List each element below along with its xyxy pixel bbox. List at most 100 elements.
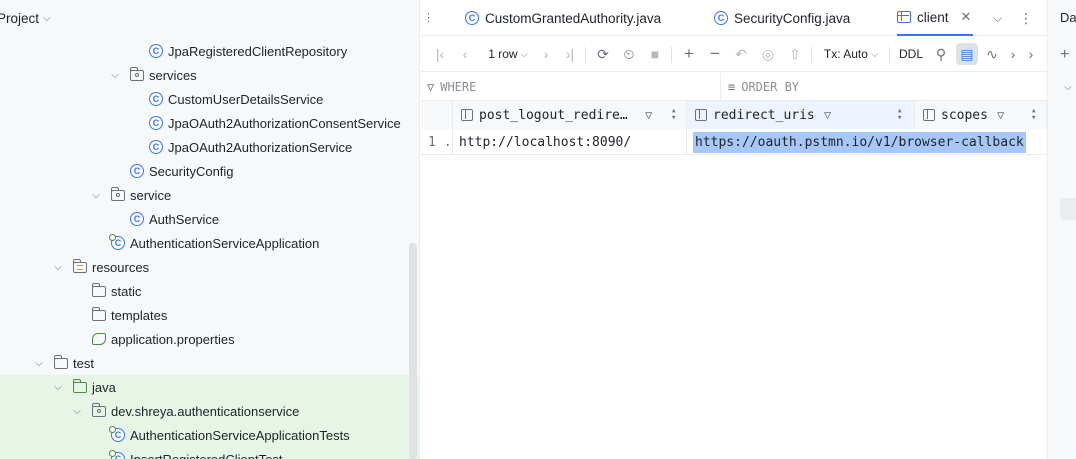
grid-header-row: post_logout_redire… ▽ ▴ ▾ redirect_uris ▽… xyxy=(421,101,1047,129)
delete-row-icon[interactable]: − xyxy=(705,43,725,65)
where-placeholder: WHERE xyxy=(440,80,477,94)
row-number[interactable]: 1. xyxy=(421,129,453,155)
tree-item[interactable]: C SecurityConfig xyxy=(0,159,419,183)
editor-area: ⋮ C CustomGrantedAuthority.java C Securi… xyxy=(421,0,1047,459)
tree-item[interactable]: C CustomUserDetailsService xyxy=(0,87,419,111)
package-folder-icon xyxy=(91,402,107,419)
test-folder-icon xyxy=(72,378,88,395)
column-name: post_logout_redire… xyxy=(479,107,628,123)
where-filter[interactable]: ▽ WHERE xyxy=(427,73,476,101)
row-number-header xyxy=(421,101,453,129)
tree-item[interactable]: C AuthenticationServiceApplication xyxy=(0,231,419,255)
column-header-post-logout[interactable]: post_logout_redire… ▽ ▴ ▾ xyxy=(453,101,687,129)
column-header-redirect-uris[interactable]: redirect_uris ▽ ▴ ▾ xyxy=(687,101,915,129)
chevron-down-icon[interactable]: ⌵ xyxy=(108,70,122,81)
filter-divider xyxy=(720,73,721,101)
tree-item[interactable]: ⌵ test xyxy=(0,351,419,375)
grid-view-icon[interactable]: ▤ xyxy=(956,43,978,65)
prev-page-icon[interactable]: ‹ xyxy=(456,43,474,65)
tree-item[interactable]: application.properties xyxy=(0,327,419,351)
add-icon[interactable]: + xyxy=(1060,46,1069,64)
filter-bar: ▽ WHERE ≡ ORDER BY xyxy=(421,73,1047,101)
chevron-down-icon[interactable]: ⌵ xyxy=(51,262,65,273)
transaction-mode-selector[interactable]: Tx: Auto ⌵ xyxy=(819,43,883,65)
tx-label: Tx: Auto xyxy=(823,47,868,61)
chevron-down-icon[interactable]: ⌵ xyxy=(43,13,51,24)
chevron-right-icon[interactable]: › xyxy=(1006,43,1020,65)
tabs-overflow-icon[interactable]: ⋮ xyxy=(423,11,434,24)
table-row[interactable]: 1. http://localhost:8090/ https://oauth.… xyxy=(421,129,1047,155)
tree-item[interactable]: ⌵ dev.shreya.authenticationservice xyxy=(0,399,419,423)
tree-item[interactable]: ⌵ resources xyxy=(0,255,419,279)
history-icon[interactable]: ⏲ xyxy=(619,43,639,65)
next-page-icon[interactable]: › xyxy=(537,43,555,65)
tree-item-label: JpaOAuth2AuthorizationConsentService xyxy=(168,115,401,131)
ddl-button[interactable]: DDL xyxy=(895,43,927,65)
database-panel-title[interactable]: Da xyxy=(1060,10,1076,25)
project-scrollbar[interactable] xyxy=(409,243,417,459)
submit-icon[interactable]: ⇧ xyxy=(785,43,805,65)
sort-icon[interactable]: ▴ ▾ xyxy=(671,107,676,123)
column-name: scopes xyxy=(941,107,988,123)
class-icon: C xyxy=(714,11,728,25)
first-page-icon[interactable]: |‹ xyxy=(431,43,449,65)
tree-item-label: application.properties xyxy=(111,331,235,347)
sort-icon[interactable]: ▴ ▾ xyxy=(1031,107,1036,123)
tree-item[interactable]: templates xyxy=(0,303,419,327)
filter-icon[interactable]: ▽ xyxy=(645,108,652,122)
column-name: redirect_uris xyxy=(713,107,815,123)
tree-item[interactable]: C JpaOAuth2AuthorizationConsentService xyxy=(0,111,419,135)
chevron-down-icon[interactable]: ⌵ xyxy=(51,382,65,393)
rows-selector[interactable]: 1 row ⌵ xyxy=(483,43,533,65)
tree-item-label: AuthenticationServiceApplication xyxy=(130,235,320,251)
filter-icon[interactable]: ▽ xyxy=(824,108,831,122)
tab-security-config[interactable]: C SecurityConfig.java xyxy=(714,0,850,36)
tree-item[interactable]: static xyxy=(0,279,419,303)
filter-icon: ▽ xyxy=(427,80,435,94)
refresh-icon[interactable]: ⟳ xyxy=(593,43,613,65)
search-icon[interactable]: ⚲ xyxy=(931,43,951,65)
add-row-icon[interactable]: + xyxy=(679,43,699,65)
chevron-down-icon[interactable]: ⌵ xyxy=(89,190,103,201)
filter-icon[interactable]: ▽ xyxy=(997,108,1004,122)
tree-item[interactable]: C AuthService xyxy=(0,207,419,231)
project-header[interactable]: Project ⌵ xyxy=(0,0,419,36)
tree-item-label: service xyxy=(130,187,172,203)
tree-item[interactable]: C InsertRegisteredClientTest xyxy=(0,447,419,459)
tree-item[interactable]: C JpaRegisteredClientRepository xyxy=(0,39,419,63)
project-title[interactable]: Project xyxy=(0,11,39,26)
cell-redirect-uris[interactable]: https://oauth.pstmn.io/v1/browser-callba… xyxy=(687,129,1032,155)
stop-icon[interactable]: ■ xyxy=(645,43,665,65)
tree-item-label: JpaRegisteredClientRepository xyxy=(168,43,348,59)
class-icon: C xyxy=(465,11,479,25)
tree-item-label: java xyxy=(92,379,116,395)
chevron-down-icon[interactable]: ⌵ xyxy=(32,358,46,369)
close-icon[interactable]: ✕ xyxy=(961,9,972,25)
sort-icon[interactable]: ▴ ▾ xyxy=(897,107,902,123)
tree-item[interactable]: ⌵ services xyxy=(0,63,419,87)
tree-item[interactable]: C JpaOAuth2AuthorizationService xyxy=(0,135,419,159)
more-options-icon[interactable]: ⋮ xyxy=(1019,7,1033,29)
chevron-down-icon: ⌵ xyxy=(520,48,528,59)
chevron-right-icon[interactable]: › xyxy=(1024,43,1038,65)
tree-item-label: test xyxy=(73,355,94,371)
cell-post-logout[interactable]: http://localhost:8090/ xyxy=(453,129,687,155)
column-header-scopes[interactable]: scopes ▽ ▴ ▾ xyxy=(915,101,1047,129)
chevron-down-icon[interactable]: ⌵ xyxy=(993,7,1002,29)
orderby-filter[interactable]: ≡ ORDER BY xyxy=(728,73,799,101)
chevron-down-icon[interactable]: ⌵ xyxy=(1064,82,1072,93)
toolbar-separator xyxy=(889,47,890,63)
toolbar-separator xyxy=(585,47,586,63)
tree-item[interactable]: ⌵ service xyxy=(0,183,419,207)
tab-custom-granted-authority[interactable]: C CustomGrantedAuthority.java xyxy=(465,0,661,36)
tree-item[interactable]: C AuthenticationServiceApplicationTests xyxy=(0,423,419,447)
tab-client[interactable]: client ✕ xyxy=(897,0,974,36)
tree-item-label: AuthService xyxy=(149,211,220,227)
revert-icon[interactable]: ↶ xyxy=(731,43,751,65)
chevron-down-icon[interactable]: ⌵ xyxy=(70,406,84,417)
chart-icon[interactable]: ∿ xyxy=(982,43,1002,65)
preview-changes-icon[interactable]: ◎ xyxy=(757,43,779,65)
last-page-icon[interactable]: ›| xyxy=(561,43,579,65)
class-icon: C xyxy=(148,139,164,155)
tree-item[interactable]: ⌵ java xyxy=(0,375,419,399)
